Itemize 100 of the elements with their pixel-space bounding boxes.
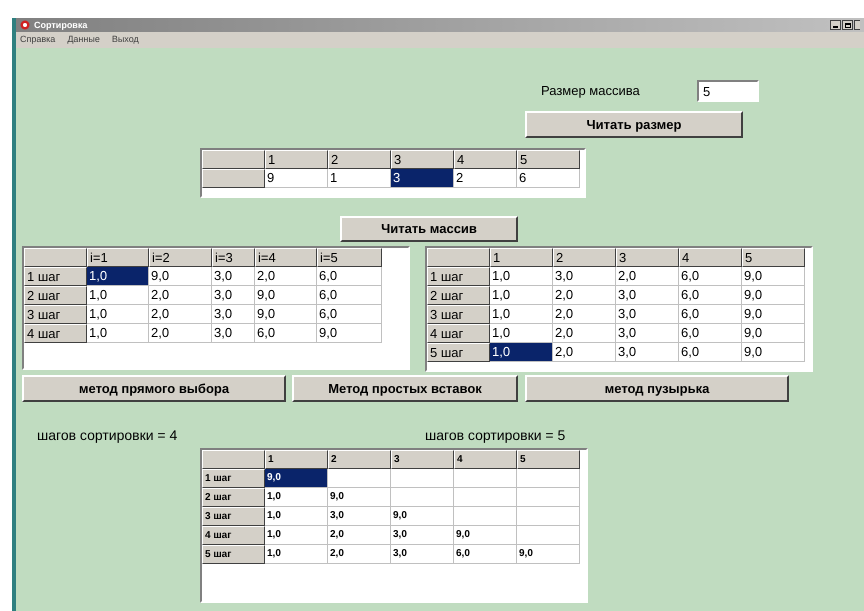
table-cell[interactable]: 6,0	[255, 324, 317, 343]
table-cell[interactable]: 6	[517, 169, 580, 188]
table-cell[interactable]: 1	[328, 169, 391, 188]
table-cell[interactable]: 1,0	[87, 267, 149, 286]
button[interactable]: Читать размер	[525, 111, 743, 138]
table-cell[interactable]: 9,0	[391, 507, 454, 526]
table-cell[interactable]: 2,0	[149, 324, 212, 343]
table-cell[interactable]: 1,0	[490, 286, 553, 305]
table-cell[interactable]: 9,0	[149, 267, 212, 286]
table-cell[interactable]: 1,0	[265, 488, 328, 507]
table-cell[interactable]: 9,0	[454, 526, 517, 545]
app-icon	[20, 20, 30, 30]
column-header: 5	[742, 248, 805, 267]
table-cell[interactable]: 3,0	[616, 324, 679, 343]
table-cell[interactable]: 1,0	[87, 286, 149, 305]
table-cell[interactable]: 3,0	[553, 267, 616, 286]
maximize-button[interactable]	[842, 20, 853, 30]
table-cell[interactable]: 1,0	[490, 305, 553, 324]
table-cell[interactable]: 2,0	[149, 305, 212, 324]
size-field[interactable]: 5	[697, 80, 759, 102]
column-header: 1	[265, 450, 328, 469]
table-cell[interactable]: 3,0	[391, 545, 454, 564]
table-cell[interactable]: 2,0	[616, 267, 679, 286]
column-header: 4	[454, 150, 517, 169]
step-count-label: шагов сортировки = 5	[425, 426, 566, 445]
table-cell[interactable]: 6,0	[679, 305, 742, 324]
table-cell[interactable]: 1,0	[490, 343, 553, 362]
row-header: 4 шаг	[24, 324, 87, 343]
row-header: 5 шаг	[202, 545, 265, 564]
table-cell[interactable]: 6,0	[317, 305, 382, 324]
column-header: 3	[391, 450, 454, 469]
column-header: 2	[328, 450, 391, 469]
table-cell[interactable]: 2,0	[553, 305, 616, 324]
table-cell[interactable]: 1,0	[490, 324, 553, 343]
minimize-button[interactable]	[830, 20, 841, 30]
column-header: 3	[391, 150, 454, 169]
table-cell[interactable]: 9,0	[255, 286, 317, 305]
row-header: 2 шаг	[24, 286, 87, 305]
table-cell[interactable]: 1,0	[265, 526, 328, 545]
table-cell[interactable]: 3,0	[616, 305, 679, 324]
table-cell[interactable]: 6,0	[317, 267, 382, 286]
table-cell[interactable]: 9,0	[742, 286, 805, 305]
button[interactable]: Метод простых вставок	[292, 375, 518, 402]
table-cell[interactable]: 1,0	[87, 305, 149, 324]
menu-item[interactable]: Данные	[67, 33, 100, 47]
table-cell[interactable]: 2,0	[328, 545, 391, 564]
table-cell[interactable]: 9,0	[742, 267, 805, 286]
table-cell[interactable]: 2,0	[553, 343, 616, 362]
table-cell[interactable]: 2,0	[149, 286, 212, 305]
row-header: 2 шаг	[427, 286, 490, 305]
menu-item[interactable]: Выход	[112, 33, 139, 47]
column-header: i=5	[317, 248, 382, 267]
table-cell[interactable]: 9	[265, 169, 328, 188]
table-cell[interactable]: 6,0	[454, 545, 517, 564]
table-cell[interactable]: 6,0	[679, 324, 742, 343]
column-header: i=4	[255, 248, 317, 267]
row-header: 4 шаг	[202, 526, 265, 545]
table-cell[interactable]: 1,0	[265, 507, 328, 526]
table-cell[interactable]: 9,0	[517, 545, 580, 564]
table-cell[interactable]: 3,0	[328, 507, 391, 526]
row-header: 3 шаг	[427, 305, 490, 324]
table-cell[interactable]: 3,0	[616, 286, 679, 305]
table-cell[interactable]: 3,0	[212, 267, 255, 286]
table-cell[interactable]: 3,0	[616, 343, 679, 362]
table-cell[interactable]: 2,0	[553, 324, 616, 343]
button[interactable]: метод пузырька	[525, 375, 789, 402]
table-cell[interactable]: 9,0	[317, 324, 382, 343]
column-header: 5	[517, 150, 580, 169]
menu-item[interactable]: Справка	[20, 33, 56, 47]
row-header: 5 шаг	[427, 343, 490, 362]
table-cell[interactable]: 3,0	[391, 526, 454, 545]
row-header: 3 шаг	[202, 507, 265, 526]
table-cell[interactable]: 3	[391, 169, 454, 188]
table-cell[interactable]: 2,0	[328, 526, 391, 545]
table-cell[interactable]: 3,0	[212, 305, 255, 324]
table-cell[interactable]: 9,0	[265, 469, 328, 488]
table-cell[interactable]: 9,0	[328, 488, 391, 507]
table-cell[interactable]: 1,0	[490, 267, 553, 286]
table-cell[interactable]: 2	[454, 169, 517, 188]
table-cell[interactable]: 3,0	[212, 286, 255, 305]
table-cell[interactable]: 6,0	[317, 286, 382, 305]
table-cell[interactable]: 6,0	[679, 267, 742, 286]
table-cell[interactable]: 9,0	[742, 343, 805, 362]
table-cell[interactable]: 3,0	[212, 324, 255, 343]
row-header: 3 шаг	[24, 305, 87, 324]
table-cell[interactable]: 6,0	[679, 286, 742, 305]
row-header: 2 шаг	[202, 488, 265, 507]
table-cell[interactable]: 9,0	[742, 324, 805, 343]
column-header: 4	[679, 248, 742, 267]
table-cell[interactable]: 1,0	[265, 545, 328, 564]
button[interactable]: Читать массив	[340, 216, 518, 242]
table-cell[interactable]: 6,0	[679, 343, 742, 362]
column-header: i=1	[87, 248, 149, 267]
table-cell[interactable]: 9,0	[742, 305, 805, 324]
table-cell[interactable]: 2,0	[255, 267, 317, 286]
button[interactable]: метод прямого выбора	[22, 375, 286, 402]
table-cell[interactable]: 9,0	[255, 305, 317, 324]
table-cell[interactable]: 2,0	[553, 286, 616, 305]
table-cell[interactable]: 1,0	[87, 324, 149, 343]
close-button[interactable]	[854, 20, 860, 30]
